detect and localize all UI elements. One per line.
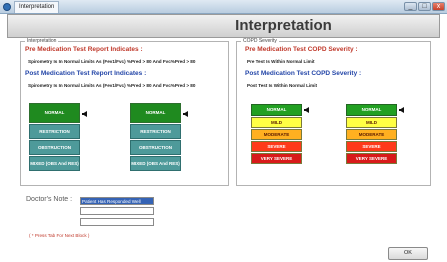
severity-mild: MILD xyxy=(251,117,302,128)
scale-mixed: MIXED (OBS And RES) xyxy=(130,156,181,171)
maximize-button[interactable]: □ xyxy=(418,2,431,11)
window-tab[interactable]: Interpretation xyxy=(14,1,60,13)
pre-copd-title: Pre Medication Test COPD Severity : xyxy=(245,46,358,53)
scale-restriction: RESTRICTION xyxy=(29,124,80,139)
window-titlebar: Interpretation _ □ x xyxy=(0,0,447,14)
scale-obstruction: OBSTRUCTION xyxy=(130,140,181,155)
post-interpretation-scale: NORMAL RESTRICTION OBSTRUCTION MIXED (OB… xyxy=(130,103,181,172)
severity-moderate: MODERATE xyxy=(346,129,397,140)
severity-normal: NORMAL xyxy=(251,104,302,116)
pre-report-text: Spirometry Is In Normal Limits As (Fev1/… xyxy=(28,59,196,64)
post-selection-arrow-icon xyxy=(183,111,188,117)
severity-severe: SEVERE xyxy=(346,141,397,152)
post-copd-arrow-icon xyxy=(399,107,404,113)
scale-restriction: RESTRICTION xyxy=(130,124,181,139)
post-report-text: Spirometry Is In Normal Limits As (Fev1/… xyxy=(28,83,196,88)
doctors-note-line-2[interactable] xyxy=(80,207,154,215)
interpretation-panel: Interpretation Pre Medication Test Repor… xyxy=(20,38,229,186)
copd-severity-panel: COPD Severity Pre Medication Test COPD S… xyxy=(236,38,431,186)
severity-normal: NORMAL xyxy=(346,104,397,116)
close-button[interactable]: x xyxy=(432,2,445,11)
post-report-title: Post Medication Test Report Indicates : xyxy=(25,70,147,77)
pre-copd-text: Pre Test Is Within Normal Limit xyxy=(247,59,315,64)
app-icon xyxy=(3,3,11,11)
post-copd-scale: NORMAL MILD MODERATE SEVERE VERY SEVERE xyxy=(346,104,397,165)
severity-moderate: MODERATE xyxy=(251,129,302,140)
ok-button[interactable]: OK xyxy=(388,247,428,260)
doctors-note-label: Doctor's Note : xyxy=(26,196,73,203)
pre-copd-arrow-icon xyxy=(304,107,309,113)
severity-very-severe: VERY SEVERE xyxy=(346,153,397,164)
post-copd-title: Post Medication Test COPD Severity : xyxy=(245,70,362,77)
pre-selection-arrow-icon xyxy=(82,111,87,117)
pre-interpretation-scale: NORMAL RESTRICTION OBSTRUCTION MIXED (OB… xyxy=(29,103,80,172)
page-title: Interpretation xyxy=(235,17,332,34)
pre-copd-scale: NORMAL MILD MODERATE SEVERE VERY SEVERE xyxy=(251,104,302,165)
scale-mixed: MIXED (OBS And RES) xyxy=(29,156,80,171)
copd-legend: COPD Severity xyxy=(241,38,279,44)
post-copd-text: Post Test Is Within Normal Limit xyxy=(247,83,318,88)
severity-mild: MILD xyxy=(346,117,397,128)
minimize-button[interactable]: _ xyxy=(404,2,417,11)
tab-hint-text: ( * Press Tab For Next Block ) xyxy=(29,233,90,238)
severity-severe: SEVERE xyxy=(251,141,302,152)
scale-obstruction: OBSTRUCTION xyxy=(29,140,80,155)
scale-normal: NORMAL xyxy=(29,103,80,123)
pre-report-title: Pre Medication Test Report Indicates : xyxy=(25,46,143,53)
scale-normal: NORMAL xyxy=(130,103,181,123)
interpretation-legend: Interpretation xyxy=(25,38,59,44)
doctors-note-line-3[interactable] xyxy=(80,218,154,226)
header-bar: Interpretation xyxy=(7,14,440,38)
doctors-note-line-1[interactable] xyxy=(80,197,154,205)
severity-very-severe: VERY SEVERE xyxy=(251,153,302,164)
